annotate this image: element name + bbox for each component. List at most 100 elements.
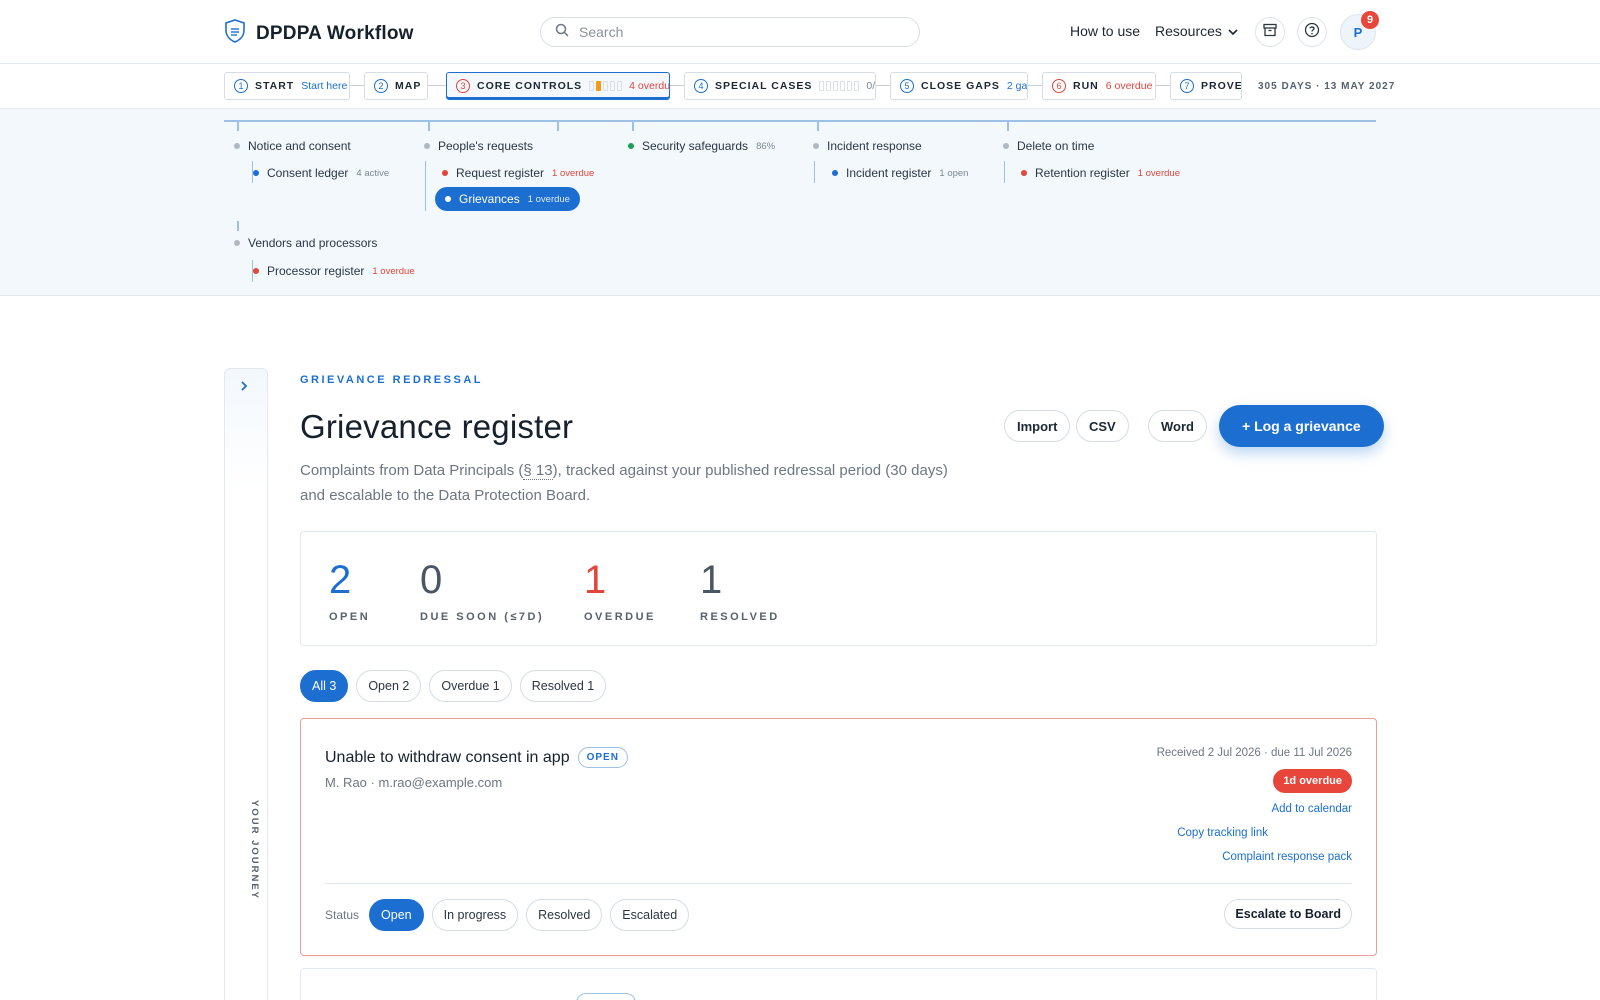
- status-open[interactable]: Open: [369, 899, 424, 931]
- step-core-controls[interactable]: 3 CORE CONTROLS 4 overdue: [446, 72, 670, 100]
- filter-chips: All 3 Open 2 Overdue 1 Resolved 1: [300, 670, 607, 702]
- resources-menu[interactable]: Resources: [1155, 23, 1238, 39]
- step-number: 7: [1180, 79, 1194, 93]
- status-resolved[interactable]: Resolved: [526, 899, 603, 931]
- journey-item-processor-register[interactable]: Processor register 1 overdue: [253, 264, 415, 278]
- group-label: Delete on time: [1017, 139, 1095, 153]
- filter-overdue[interactable]: Overdue 1: [429, 670, 512, 702]
- grievance-card-next: [300, 968, 1377, 1000]
- filter-resolved[interactable]: Resolved 1: [519, 670, 607, 702]
- status-escalated[interactable]: Escalated: [610, 899, 690, 931]
- deadline-countdown: 305 DAYS · 13 MAY 2027: [1258, 81, 1396, 92]
- search-input[interactable]: [579, 24, 899, 40]
- how-to-use-link[interactable]: How to use: [1070, 23, 1140, 39]
- step-special-cases[interactable]: 4 SPECIAL CASES 0/6: [684, 72, 876, 100]
- page-description: Complaints from Data Principals (§ 13), …: [300, 458, 970, 508]
- stat-label: OVERDUE: [584, 611, 656, 623]
- add-to-calendar-link[interactable]: Add to calendar: [1271, 803, 1352, 815]
- journey-sidebar: [224, 368, 268, 1000]
- journey-item-request-register[interactable]: Request register 1 overdue: [442, 166, 594, 180]
- section-eyebrow: GRIEVANCE REDRESSAL: [300, 374, 483, 386]
- complaint-response-pack-link[interactable]: Complaint response pack: [1222, 851, 1352, 863]
- stat-resolved: 1 RESOLVED: [700, 560, 780, 623]
- brand[interactable]: DPDPA Workflow: [224, 18, 414, 49]
- chevron-down-icon: [1228, 23, 1238, 39]
- item-meta: 1 overdue: [1137, 167, 1180, 179]
- help-button[interactable]: [1297, 17, 1327, 47]
- csv-export-button[interactable]: CSV: [1076, 410, 1129, 442]
- journey-group-notice[interactable]: Notice and consent: [234, 139, 351, 153]
- step-number: 5: [900, 79, 914, 93]
- escalate-to-board-button[interactable]: Escalate to Board: [1224, 899, 1352, 929]
- item-label: Processor register: [267, 264, 365, 278]
- shield-logo-icon: [224, 18, 246, 49]
- step-number: 1: [234, 79, 248, 93]
- status-in-progress[interactable]: In progress: [431, 899, 519, 931]
- stat-value: 2: [329, 558, 352, 602]
- step-sub: 6 overdue: [1105, 80, 1153, 92]
- journey-group-security[interactable]: Security safeguards 86%: [628, 139, 775, 153]
- step-label: CLOSE GAPS: [921, 80, 1000, 92]
- group-meta: 86%: [756, 140, 776, 152]
- card-divider: [325, 883, 1352, 884]
- item-meta: 1 overdue: [552, 167, 595, 179]
- top-header: DPDPA Workflow How to use Resources P 9: [0, 0, 1600, 64]
- journey-group-delete[interactable]: Delete on time: [1003, 139, 1094, 153]
- stat-due-soon: 0 DUE SOON (≤7D): [420, 560, 544, 623]
- journey-item-incident-register[interactable]: Incident register 1 open: [832, 166, 968, 180]
- copy-tracking-link[interactable]: Copy tracking link: [1177, 827, 1268, 839]
- item-label: Consent ledger: [267, 166, 349, 180]
- progress-segments: [819, 81, 860, 91]
- journey-item-consent-ledger[interactable]: Consent ledger 4 active: [253, 166, 389, 180]
- user-avatar[interactable]: P 9: [1340, 11, 1379, 50]
- journey-rail: [224, 120, 1376, 122]
- step-sub: 4 overdue: [629, 80, 670, 92]
- word-export-button[interactable]: Word: [1148, 410, 1207, 442]
- stat-open: 2 OPEN: [329, 560, 370, 623]
- step-number: 4: [694, 79, 708, 93]
- step-sub: 2 gaps: [1006, 80, 1028, 92]
- chevron-right-icon[interactable]: [239, 379, 249, 395]
- section-reference[interactable]: § 13: [523, 462, 553, 480]
- grievance-title[interactable]: Unable to withdraw consent in app: [325, 749, 570, 767]
- journey-item-grievances[interactable]: Grievances 1 overdue: [435, 187, 580, 211]
- step-map[interactable]: 2 MAP: [364, 72, 428, 100]
- status-dot: [832, 170, 838, 176]
- group-label: Security safeguards: [642, 139, 749, 153]
- status-label: Status: [325, 908, 360, 922]
- desc-pre: Complaints from Data Principals (: [300, 462, 524, 479]
- grievance-dates: Received 2 Jul 2026 · due 11 Jul 2026: [1156, 747, 1352, 759]
- group-label: Notice and consent: [248, 139, 351, 153]
- stat-value: 1: [584, 558, 607, 602]
- import-button[interactable]: Import: [1004, 410, 1071, 442]
- search-box[interactable]: [540, 17, 920, 47]
- step-start[interactable]: 1 START Start here: [224, 72, 350, 100]
- archive-button[interactable]: [1255, 17, 1285, 47]
- grievance-requester: M. Rao · m.rao@example.com: [325, 775, 503, 790]
- stat-label: RESOLVED: [700, 611, 780, 623]
- item-label: Request register: [456, 166, 545, 180]
- log-grievance-button[interactable]: + Log a grievance: [1219, 405, 1384, 447]
- help-icon: [1304, 22, 1320, 43]
- item-label: Retention register: [1035, 166, 1130, 180]
- step-label: START: [255, 80, 295, 92]
- step-label: PROVE: [1201, 80, 1242, 92]
- group-label: People's requests: [438, 139, 534, 153]
- journey-group-vendors[interactable]: Vendors and processors: [234, 236, 377, 250]
- journey-group-requests[interactable]: People's requests: [424, 139, 533, 153]
- step-close-gaps[interactable]: 5 CLOSE GAPS 2 gaps: [890, 72, 1028, 100]
- grievance-title-row: Unable to withdraw consent in app OPEN: [325, 747, 628, 768]
- status-dot: [234, 143, 240, 149]
- step-run[interactable]: 6 RUN 6 overdue: [1042, 72, 1156, 100]
- group-label: Incident response: [827, 139, 922, 153]
- filter-open[interactable]: Open 2: [356, 670, 422, 702]
- journey-group-incident[interactable]: Incident response: [813, 139, 922, 153]
- step-prove[interactable]: 7 PROVE: [1170, 72, 1242, 100]
- status-dot: [813, 143, 819, 149]
- status-badge: OPEN: [577, 747, 628, 768]
- status-selector: Status Open In progress Resolved Escalat…: [325, 899, 690, 931]
- item-label: Grievances: [459, 192, 520, 206]
- journey-item-retention-register[interactable]: Retention register 1 overdue: [1021, 166, 1180, 180]
- status-dot: [234, 240, 240, 246]
- filter-all[interactable]: All 3: [300, 670, 349, 702]
